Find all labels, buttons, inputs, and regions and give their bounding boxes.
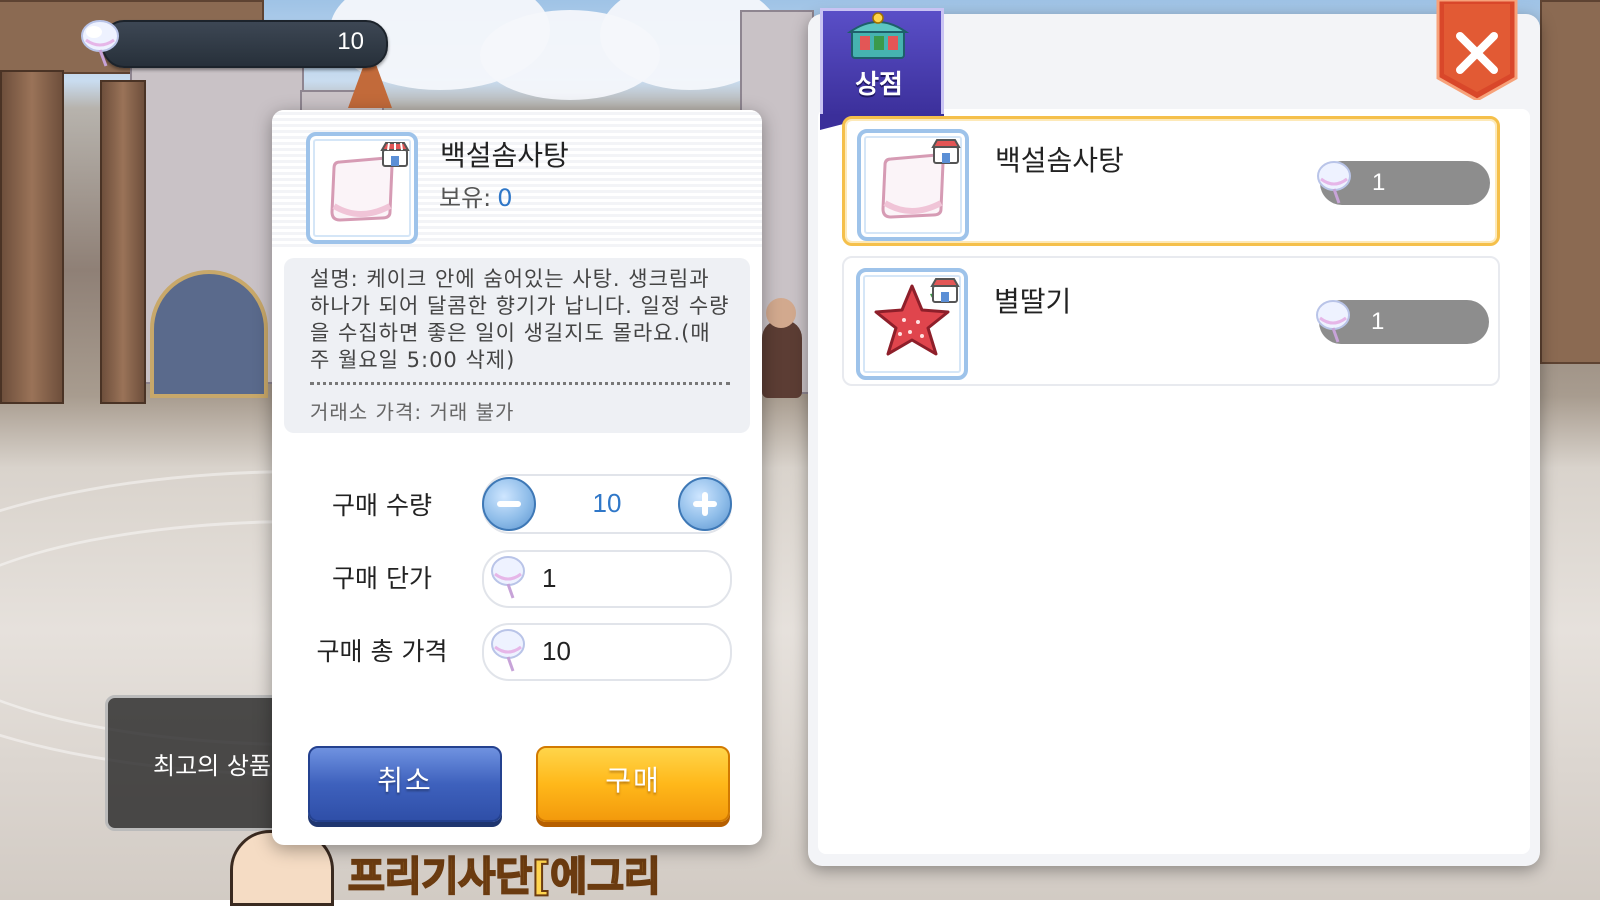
npc-head [766, 298, 796, 328]
owned-label: 보유: [439, 184, 492, 212]
decrease-quantity-button[interactable] [482, 477, 536, 531]
cancel-button[interactable]: 취소 [308, 746, 502, 822]
item-slot [306, 132, 418, 244]
price-pill: 1 [1317, 161, 1490, 205]
owned-value: 0 [497, 184, 513, 212]
price-pill: 1 [1316, 300, 1489, 344]
item-description: 설명: 케이크 안에 숨어있는 사탕. 생크림과 하나가 되어 달콤한 향기가 … [310, 267, 730, 372]
close-button[interactable] [1436, 0, 1518, 100]
pillar [0, 70, 64, 404]
shop-badge-icon [380, 142, 410, 167]
owned-count: 보유: 0 [439, 178, 513, 213]
item-slot [856, 268, 968, 380]
quantity-label: 구매 수량 [332, 491, 432, 520]
notice-text: 최고의 상품 [153, 752, 272, 780]
buy-button[interactable]: 구매 [536, 746, 730, 822]
total-price-value: 10 [542, 636, 571, 666]
total-price-field: 10 [482, 623, 732, 681]
description-box: 설명: 케이크 안에 숨어있는 사탕. 생크림과 하나가 되어 달콤한 향기가 … [284, 258, 750, 433]
cotton-candy-icon [491, 556, 525, 599]
item-slot [857, 129, 969, 241]
increase-quantity-button[interactable] [678, 477, 732, 531]
unit-price-field: 1 [482, 550, 732, 608]
currency-amount: 10 [337, 28, 364, 55]
window-arch [150, 270, 268, 398]
shop-chest-icon [846, 12, 910, 59]
pillar [100, 80, 146, 404]
shop-badge-icon [930, 278, 960, 303]
shop-item-row[interactable]: 별딸기 1 [842, 256, 1500, 386]
cotton-candy-icon [1317, 161, 1351, 204]
shop-badge-icon [931, 139, 961, 164]
cotton-candy-icon [491, 629, 525, 672]
guild-banner-text: 프리기사단[에그리 [347, 853, 662, 901]
cotton-candy-icon [1316, 300, 1350, 343]
currency-bar: 10 [80, 20, 388, 68]
minus-icon [497, 501, 521, 507]
cotton-candy-icon [81, 20, 119, 67]
shop-item-price: 1 [1372, 169, 1386, 196]
item-name: 백설솜사탕 [440, 139, 569, 172]
shop-item-row[interactable]: 백설솜사탕 1 [842, 116, 1500, 246]
shop-item-name: 백설솜사탕 [995, 144, 1124, 177]
building [1540, 0, 1600, 364]
total-price-label: 구매 총 가격 [316, 637, 448, 666]
market-price: 거래소 가격: 거래 불가 [310, 400, 515, 424]
unit-price-label: 구매 단가 [332, 564, 432, 593]
purchase-dialog: 백설솜사탕 보유: 0 설명: 케이크 안에 숨어있는 사탕. 생크림과 하나가 … [272, 110, 762, 845]
npc-character[interactable] [762, 320, 802, 398]
shop-item-name: 별딸기 [994, 285, 1072, 318]
unit-price-value: 1 [542, 563, 557, 593]
shop-title-ribbon: 상점 [820, 8, 944, 130]
plus-icon [693, 492, 717, 516]
shop-title: 상점 [855, 70, 903, 100]
divider [310, 382, 730, 385]
shop-item-price: 1 [1371, 308, 1385, 335]
currency-bar-track: 10 [102, 20, 388, 68]
